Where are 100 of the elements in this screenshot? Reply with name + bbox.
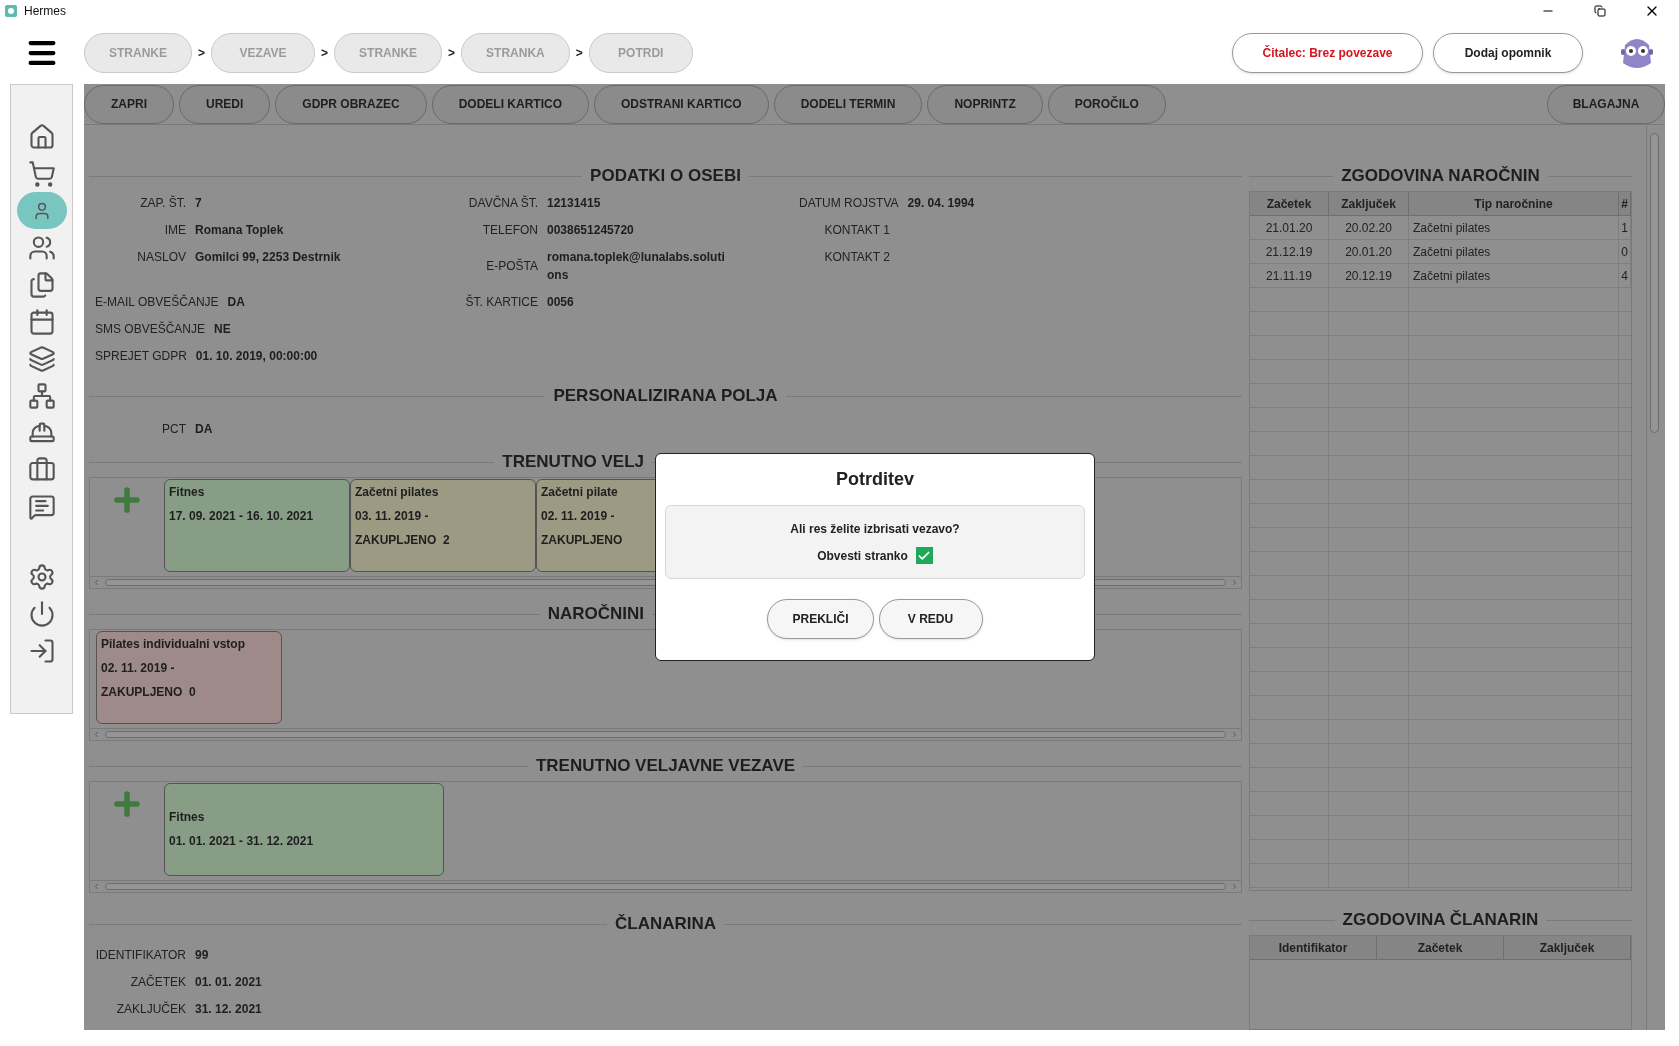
calendar-icon — [27, 307, 56, 336]
column-header[interactable]: # — [1619, 192, 1631, 215]
card-text: Začetni pilate — [541, 484, 619, 501]
reader-status-button[interactable]: Čitalec: Brez povezave — [1232, 33, 1423, 73]
table-cell: 20.12.19 — [1329, 264, 1409, 287]
subscription-card[interactable]: Pilates individualni vstop 02. 11. 2019 - ZAKUPLJENO 0 — [96, 631, 282, 724]
card-text: ZAKUPLJENO 0 — [101, 684, 197, 701]
toolbar-button[interactable]: ZAPRI — [84, 84, 174, 124]
field-label: NASLOV — [136, 249, 186, 266]
restore-icon — [1594, 5, 1606, 17]
network-icon — [27, 381, 56, 410]
card-text: Fitnes — [169, 484, 206, 501]
dialog-title: Potrditev — [836, 468, 914, 491]
settings-icon — [27, 562, 56, 591]
table-cell: 21.11.19 — [1250, 264, 1329, 287]
dialog-button[interactable]: PREKLIČI — [767, 599, 874, 639]
card-text: 02. 11. 2019 - — [101, 660, 176, 677]
field-label: ZAČETEK — [129, 973, 186, 991]
field-label: E-MAIL OBVEŠČANJE — [95, 293, 219, 311]
card-text: 17. 09. 2021 - 16. 10. 2021 — [169, 508, 315, 525]
breadcrumb-separator: > — [321, 45, 329, 62]
table-cell: Začetni pilates — [1409, 264, 1619, 287]
card-text: ZAKUPLJENO — [541, 532, 624, 549]
checkbox-label: Obvesti stranko — [817, 547, 908, 565]
card-text: ZAKUPLJENO 2 — [355, 532, 451, 549]
scrollbar[interactable] — [90, 880, 1241, 892]
chevron-left-icon — [92, 730, 101, 739]
message-icon — [27, 492, 56, 521]
section-heading: ZGODOVINA ČLANARIN — [1342, 909, 1539, 932]
chevron-right-icon — [1230, 578, 1239, 587]
sidebar-item[interactable] — [16, 192, 67, 229]
section-heading: TRENUTNO VELJ — [502, 451, 644, 474]
field-label: SMS OBVEŠČANJE — [95, 320, 206, 338]
chevron-left-icon — [92, 882, 101, 891]
card-text: 02. 11. 2019 - — [541, 508, 616, 525]
subscription-card[interactable]: Fitnes 01. 01. 2021 - 31. 12. 2021 — [164, 783, 444, 876]
dialog-button[interactable]: V REDU — [878, 599, 983, 639]
column-header[interactable]: Začetek — [1250, 192, 1329, 215]
field-label: ŠT. KARTICE — [464, 293, 538, 311]
window-title: Hermes — [24, 3, 66, 20]
field-label: TELEFON — [481, 222, 538, 239]
column-header[interactable]: Zaključek — [1504, 936, 1631, 959]
field-value: 0038651245720 — [547, 222, 634, 239]
field-label: DAVČNA ŠT. — [467, 194, 538, 212]
field-value: 0056 — [547, 294, 574, 311]
field-label: SPREJET GDPR — [95, 348, 187, 365]
chevron-right-icon — [1230, 730, 1239, 739]
toolbar-button[interactable]: DODELI TERMIN — [773, 84, 923, 124]
notify-checkbox[interactable] — [915, 547, 933, 564]
field-value: 7 — [195, 195, 202, 212]
chevron-left-icon — [92, 578, 101, 587]
documents-icon — [27, 270, 56, 299]
scrollbar[interactable] — [90, 728, 1241, 740]
field-value: Gomilci 99, 2253 Destrnik — [195, 249, 341, 266]
field-label: IDENTIFIKATOR — [95, 946, 186, 964]
field-label: ZAKLJUČEK — [115, 1000, 186, 1018]
toolbar-button[interactable]: NOPRINTZ — [927, 84, 1043, 124]
card-text: 01. 01. 2021 - 31. 12. 2021 — [169, 833, 315, 850]
add-reminder-button[interactable]: Dodaj opomnik — [1433, 33, 1583, 73]
field-value: 12131415 — [547, 195, 601, 212]
subscription-card[interactable]: Začetni pilates 03. 11. 2019 - ZAKUPLJENO 2 — [350, 479, 536, 572]
table-cell: 20.02.20 — [1329, 216, 1409, 239]
field-label: DATUM ROJSTVA — [799, 195, 899, 212]
cart-icon — [27, 159, 56, 188]
breadcrumb-separator: > — [575, 45, 583, 62]
column-header[interactable]: Identifikator — [1250, 936, 1377, 959]
toolbar-button[interactable]: UREDI — [179, 84, 271, 124]
table-cell: 21.01.20 — [1250, 216, 1329, 239]
field-label: KONTAKT 2 — [823, 249, 890, 266]
toolbar-button[interactable]: GDPR OBRAZEC — [275, 84, 427, 124]
toolbar-button[interactable]: DODELI KARTICO — [431, 84, 590, 124]
field-label: PCT — [161, 420, 186, 438]
field-value: DA — [227, 294, 245, 311]
field-label: IME — [163, 222, 186, 239]
field-label: E-POŠTA — [485, 257, 538, 275]
table-cell: 4 — [1619, 264, 1631, 287]
card-text: Začetni pilates — [355, 484, 440, 501]
scrollbar[interactable] — [1646, 125, 1661, 1030]
subscription-card[interactable]: Fitnes 17. 09. 2021 - 16. 10. 2021 — [164, 479, 350, 572]
toolbar-button[interactable]: BLAGAJNA — [1547, 84, 1665, 124]
users-icon — [27, 233, 56, 262]
toolbar-button[interactable]: POROČILO — [1047, 84, 1166, 124]
section-heading: ZGODOVINA NAROČNIN — [1341, 165, 1540, 188]
field-label: ZAP. ŠT. — [139, 194, 186, 212]
column-header[interactable]: Tip naročnine — [1409, 192, 1619, 215]
app-icon — [4, 4, 18, 18]
section-heading: PERSONALIZIRANA POLJA — [553, 385, 778, 408]
dialog-message: Ali res želite izbrisati vezavo? — [790, 520, 960, 538]
table-cell: 20.01.20 — [1329, 240, 1409, 263]
breadcrumb-separator: > — [198, 45, 206, 62]
section-heading: ČLANARINA — [615, 913, 717, 936]
column-header[interactable]: Zaključek — [1329, 192, 1409, 215]
card-text: 03. 11. 2019 - — [355, 508, 430, 525]
toolbar-button[interactable]: ODSTRANI KARTICO — [594, 84, 769, 124]
field-value: 99 — [195, 946, 209, 964]
column-header[interactable]: Začetek — [1377, 936, 1504, 959]
layers-icon — [27, 344, 56, 373]
field-value: DA — [195, 420, 213, 438]
field-value: romana.toplek@lunalabs.soluti ons — [547, 249, 725, 284]
section-heading: NAROČNINI — [547, 603, 644, 626]
